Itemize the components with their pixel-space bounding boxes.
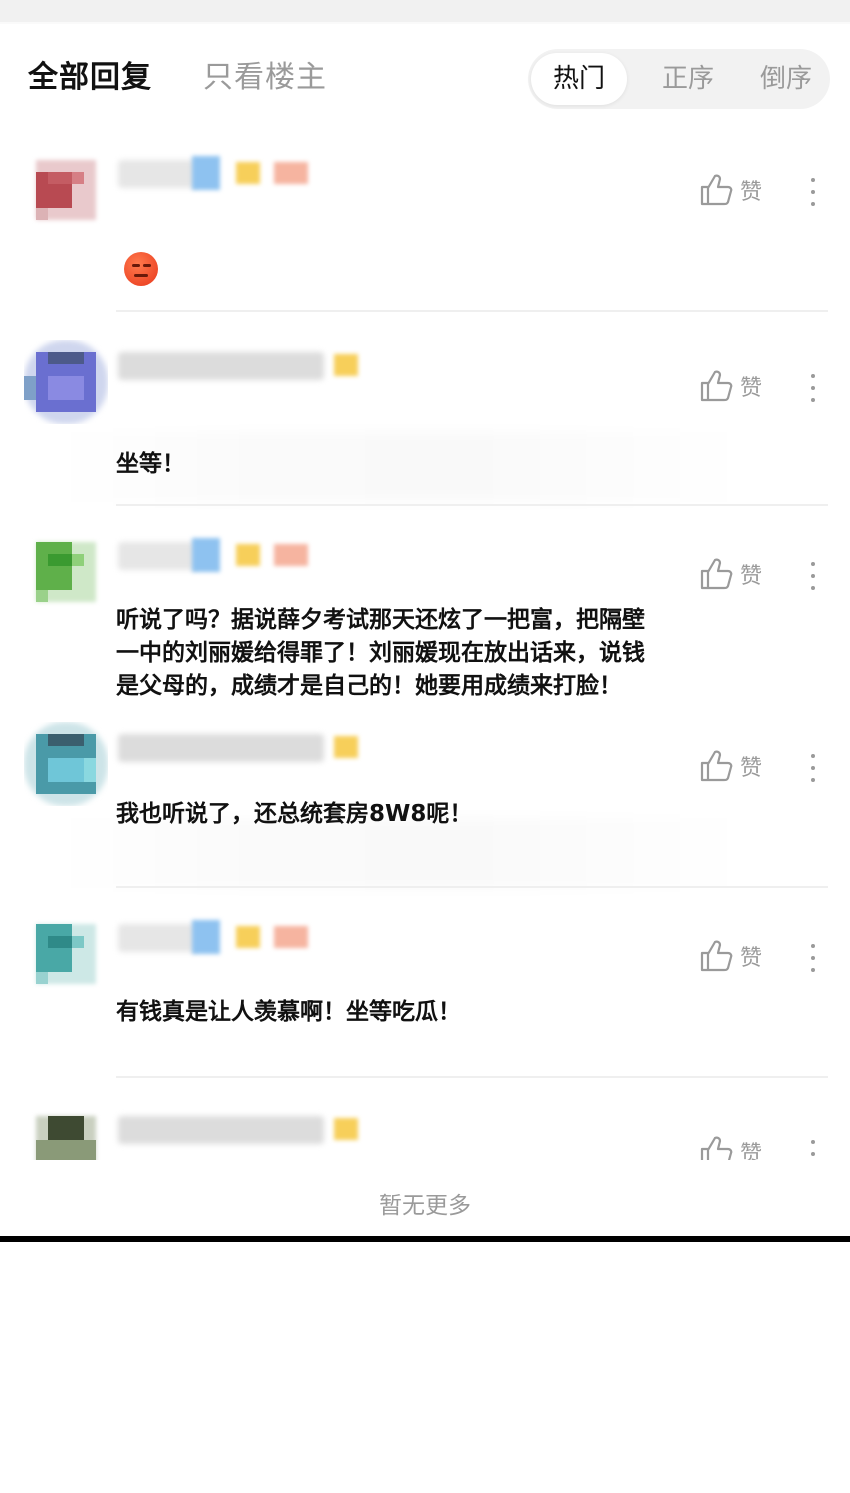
like-button[interactable]: 赞 xyxy=(698,938,762,974)
comment-text: 坐等！ xyxy=(116,451,185,477)
sort-ascending-button[interactable]: 正序 xyxy=(648,49,728,109)
comment-item: 赞 坐等！ xyxy=(0,340,850,510)
more-options-button[interactable] xyxy=(800,938,826,978)
comment-text-line: 听说了吗？据说薛夕考试那天还炫了一把富，把隔壁 xyxy=(116,607,645,633)
sort-descending-button[interactable]: 倒序 xyxy=(746,49,826,109)
thumbs-up-icon xyxy=(700,558,733,590)
thumbs-up-icon xyxy=(700,174,733,206)
more-vertical-icon xyxy=(811,754,815,758)
top-strip xyxy=(0,0,850,22)
like-button[interactable]: 赞 xyxy=(698,556,762,592)
tab-all-replies[interactable]: 全部回复 xyxy=(28,52,152,96)
sort-toggle: 热门 正序 倒序 xyxy=(528,49,830,109)
more-vertical-icon xyxy=(811,1140,815,1144)
comment-item: 赞 xyxy=(0,148,850,318)
avatar[interactable] xyxy=(24,148,108,232)
comment-text-line: 是父母的，成绩才是自己的！她要用成绩来打脸！ xyxy=(116,673,622,699)
tab-op-only[interactable]: 只看楼主 xyxy=(203,52,327,96)
like-button[interactable]: 赞 xyxy=(698,368,762,404)
comment-divider xyxy=(116,886,828,888)
avatar[interactable] xyxy=(24,1104,108,1162)
like-label: 赞 xyxy=(740,946,763,971)
thumbs-up-icon xyxy=(700,940,733,972)
more-options-button[interactable] xyxy=(800,172,826,212)
like-label: 赞 xyxy=(740,564,763,589)
thumbs-up-icon xyxy=(700,370,733,402)
comment-text-line: 一中的刘丽媛给得罪了！刘丽媛现在放出话来，说钱 xyxy=(116,640,645,666)
comment-divider xyxy=(116,310,828,312)
comment-divider xyxy=(116,1076,828,1078)
more-options-button[interactable] xyxy=(800,368,826,408)
avatar[interactable] xyxy=(24,340,108,424)
avatar[interactable] xyxy=(24,530,108,614)
bottom-rule xyxy=(0,1236,850,1242)
sort-hot-button[interactable]: 热门 xyxy=(531,53,627,105)
more-vertical-icon xyxy=(811,944,815,948)
more-vertical-icon xyxy=(811,374,815,378)
angry-face-emoji-icon xyxy=(124,252,158,286)
comment-text: 我也听说了，还总统套房8W8呢！ xyxy=(116,801,473,827)
like-label: 赞 xyxy=(740,180,763,205)
comment-item: 赞 有钱真是让人羡慕啊！坐等吃瓜！ xyxy=(0,912,850,1082)
reply-tab-bar: 全部回复 只看楼主 热门 正序 倒序 xyxy=(0,40,850,120)
more-options-button[interactable] xyxy=(800,748,826,788)
no-more-label: 暂无更多 xyxy=(379,1193,471,1219)
comment-divider xyxy=(116,504,828,506)
comment-item: 赞 我也听说了，还总统套房8W8呢！ xyxy=(0,722,850,892)
like-label: 赞 xyxy=(740,756,763,781)
more-vertical-icon xyxy=(811,178,815,182)
avatar[interactable] xyxy=(24,912,108,996)
thumbs-up-icon xyxy=(700,750,733,782)
comment-text: 有钱真是让人羡慕啊！坐等吃瓜！ xyxy=(116,999,461,1025)
like-label: 赞 xyxy=(740,376,763,401)
comment-item: 赞 听说了吗？据说薛夕考试那天还炫了一把富，把隔壁 一中的刘丽媛给得罪了！刘丽媛… xyxy=(0,530,850,720)
like-button[interactable]: 赞 xyxy=(698,748,762,784)
like-button[interactable]: 赞 xyxy=(698,172,762,208)
more-vertical-icon xyxy=(811,562,815,566)
top-strip-line xyxy=(0,22,850,24)
comment-text: 听说了吗？据说薛夕考试那天还炫了一把富，把隔壁 一中的刘丽媛给得罪了！刘丽媛现在… xyxy=(116,604,756,703)
avatar[interactable] xyxy=(24,722,108,806)
more-options-button[interactable] xyxy=(800,556,826,596)
